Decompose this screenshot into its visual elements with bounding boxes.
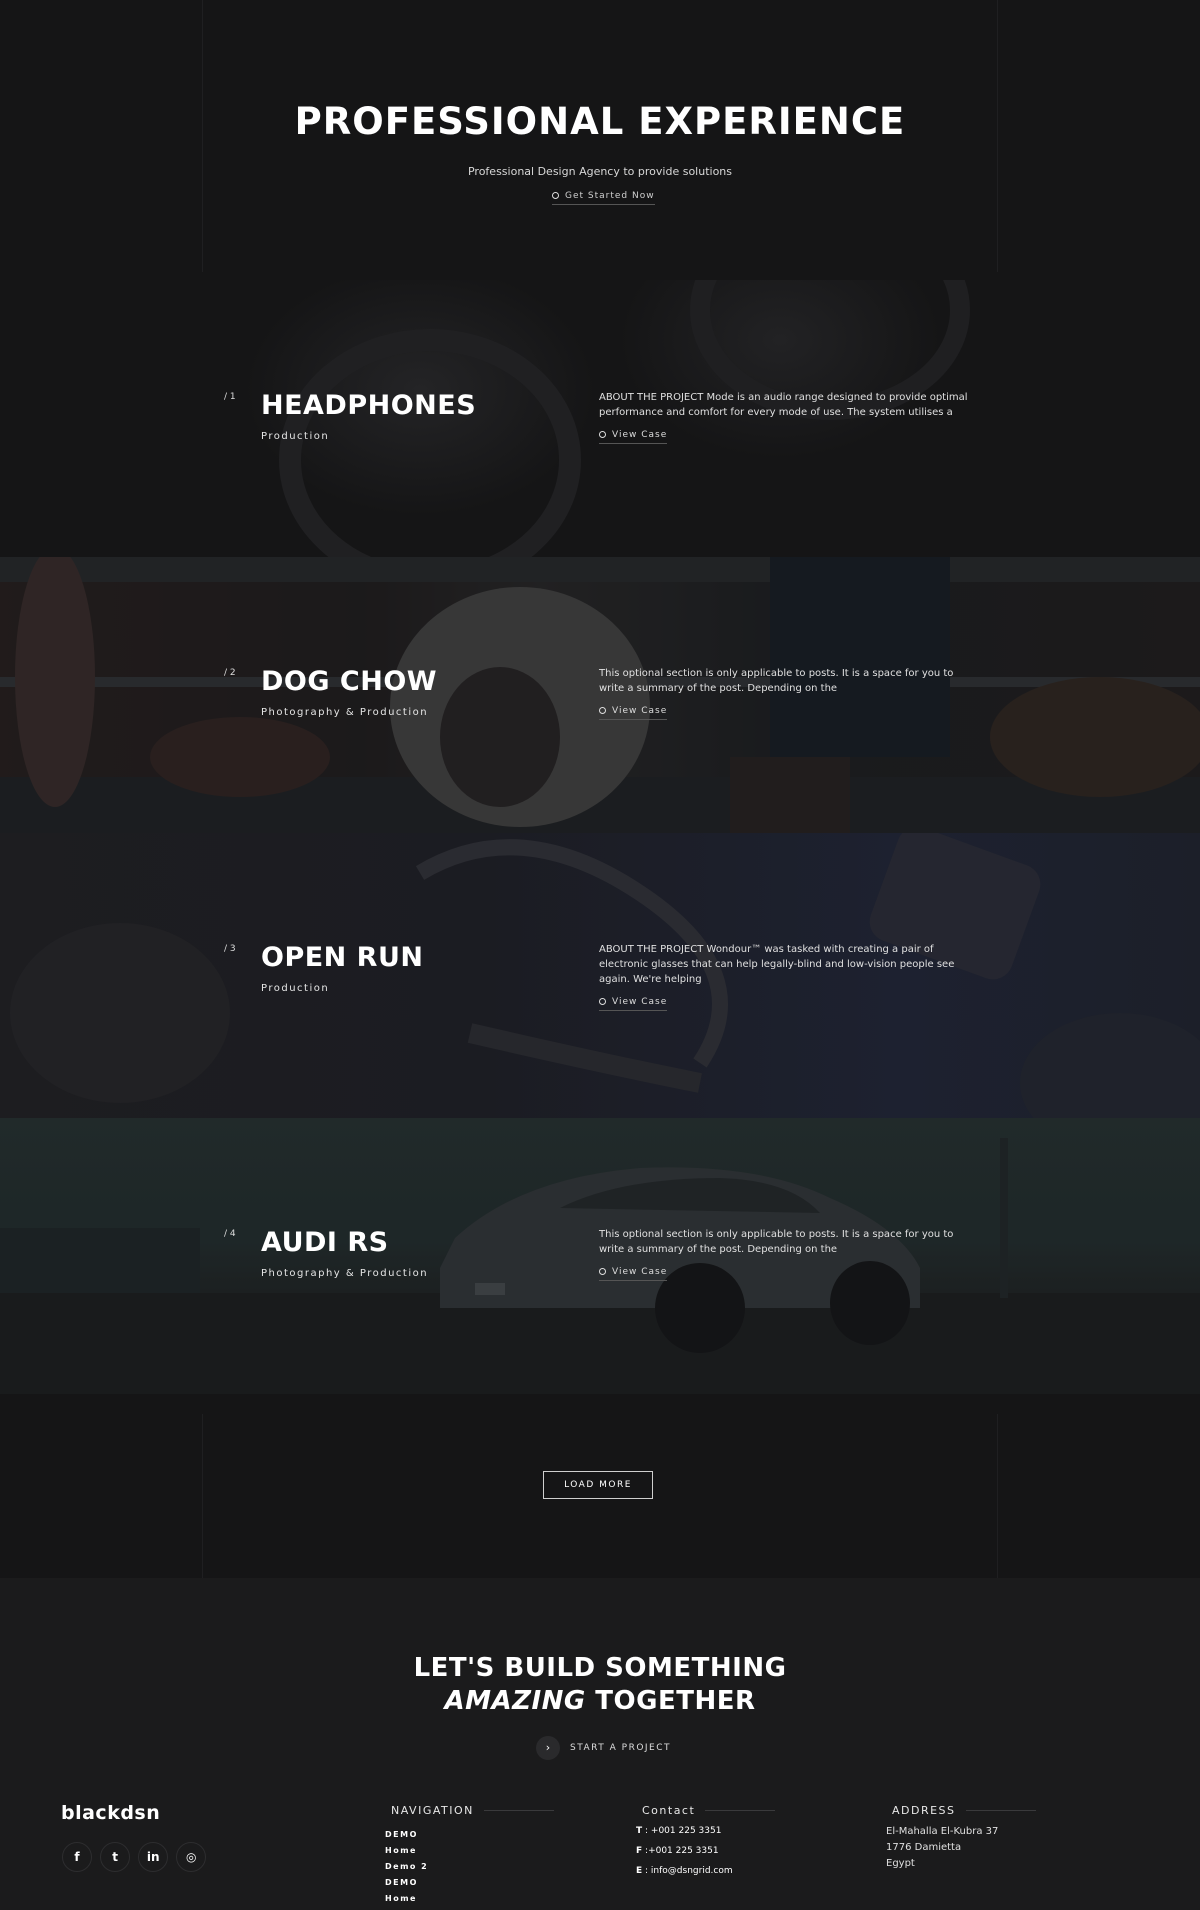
nav-item-home[interactable]: Home [385,1843,554,1859]
view-case-link[interactable]: View Case [599,997,668,1011]
project-description: This optional section is only applicable… [599,1229,954,1255]
fax-label: F [636,1846,643,1856]
get-started-label: Get Started Now [565,191,655,201]
circle-icon [599,998,606,1005]
nav-item-demo-2[interactable]: Demo 2 [385,1859,554,1875]
divider-line [997,1414,998,1578]
contact-email[interactable]: E : info@dsngrid.com [636,1865,775,1877]
page-title: PROFESSIONAL EXPERIENCE [294,100,906,143]
address-line: El-Mahalla El-Kubra 37 [886,1826,999,1837]
contact-heading: Contact [642,1804,776,1817]
project-category: Production [261,431,330,442]
linkedin-icon[interactable]: in [138,1842,169,1872]
address-heading-label: ADDRESS [892,1804,956,1817]
project-number: / 1 [224,392,236,402]
circle-icon [599,1268,606,1275]
address-line: Egypt [886,1858,915,1869]
view-case-link[interactable]: View Case [599,430,668,444]
navigation-heading-label: NAVIGATION [391,1804,474,1817]
address-text: El-Mahalla El-Kubra 37 1776 Damietta Egy… [886,1824,1036,1872]
project-open-run[interactable]: / 3 OPEN RUN Production ABOUT THE PROJEC… [0,833,1200,1118]
project-category: Photography & Production [261,1268,429,1279]
view-case-label: View Case [612,430,668,440]
contact-fax[interactable]: F :+001 225 3351 [636,1845,775,1857]
view-case-label: View Case [612,1267,668,1277]
circle-icon [552,192,559,199]
view-case-link[interactable]: View Case [599,1267,668,1281]
address-column: ADDRESS El-Mahalla El-Kubra 37 1776 Dami… [886,1804,1036,1872]
divider-line [965,1810,1036,1811]
arrow-right-icon: › [536,1736,560,1760]
nav-item-demo[interactable]: DEMO [385,1875,554,1891]
divider-line [202,1414,203,1578]
logo[interactable]: blackdsn [61,1802,160,1824]
project-description: This optional section is only applicable… [599,668,954,694]
circle-icon [599,707,606,714]
project-category: Photography & Production [261,707,429,718]
project-number: / 3 [224,944,236,954]
project-audi-rs[interactable]: / 4 AUDI RS Photography & Production Thi… [0,1118,1200,1394]
hero-subtitle: Professional Design Agency to provide so… [467,165,733,178]
circle-icon [599,431,606,438]
project-number: / 4 [224,1229,236,1239]
divider-line [705,1810,776,1811]
phone-label: T [636,1826,643,1836]
address-heading: ADDRESS [892,1804,1036,1817]
phone-value: : +001 225 3351 [645,1826,722,1836]
nav-item-demo[interactable]: DEMO [385,1827,554,1843]
footer-cta-line1: LET'S BUILD SOMETHING [413,1653,787,1683]
footer-cta-rest: TOGETHER [595,1686,756,1716]
navigation-column: NAVIGATION DEMO Home Demo 2 DEMO Home [385,1804,554,1907]
start-project-button[interactable]: › START A PROJECT [536,1736,671,1760]
project-description: ABOUT THE PROJECT Wondour™ was tasked wi… [599,944,955,985]
project-title[interactable]: AUDI RS [261,1227,389,1258]
view-case-link[interactable]: View Case [599,706,668,720]
footer-cta-emphasis: AMAZING [444,1686,586,1716]
page: PROFESSIONAL EXPERIENCE Professional Des… [0,0,1200,1910]
email-value: : info@dsngrid.com [645,1866,733,1876]
view-case-label: View Case [612,997,668,1007]
project-number: / 2 [224,668,236,678]
project-description: ABOUT THE PROJECT Mode is an audio range… [599,392,968,418]
get-started-link[interactable]: Get Started Now [552,191,655,205]
divider-line [483,1810,554,1811]
project-title[interactable]: OPEN RUN [261,942,424,973]
start-project-label: START A PROJECT [570,1743,672,1753]
contact-phone[interactable]: T : +001 225 3351 [636,1825,775,1837]
instagram-icon[interactable]: ◎ [176,1842,207,1872]
navigation-list: DEMO Home Demo 2 DEMO Home [385,1827,554,1907]
project-category: Production [261,983,330,994]
footer-cta-line2: AMAZING TOGETHER [0,1686,1200,1716]
project-title[interactable]: HEADPHONES [261,390,476,421]
load-more-button[interactable]: LOAD MORE [543,1471,653,1499]
project-headphones[interactable]: / 1 HEADPHONES Production ABOUT THE PROJ… [0,280,1200,557]
load-more-section: LOAD MORE [0,1394,1200,1578]
contact-column: Contact T : +001 225 3351 F :+001 225 33… [636,1804,776,1877]
nav-item-home[interactable]: Home [385,1891,554,1907]
project-dog-chow[interactable]: / 2 DOG CHOW Photography & Production Th… [0,557,1200,833]
view-case-label: View Case [612,706,668,716]
project-title[interactable]: DOG CHOW [261,666,437,697]
email-label: E [636,1866,643,1876]
hero-section: PROFESSIONAL EXPERIENCE Professional Des… [0,0,1200,280]
navigation-heading: NAVIGATION [391,1804,554,1817]
facebook-icon[interactable]: f [62,1842,92,1872]
fax-value: :+001 225 3351 [645,1846,719,1856]
twitter-icon[interactable]: t [100,1842,131,1872]
address-line: 1776 Damietta [886,1842,962,1853]
social-links: f t in ◎ [62,1842,209,1872]
footer: LET'S BUILD SOMETHING AMAZING TOGETHER ›… [0,1578,1200,1910]
contact-heading-label: Contact [642,1804,696,1817]
